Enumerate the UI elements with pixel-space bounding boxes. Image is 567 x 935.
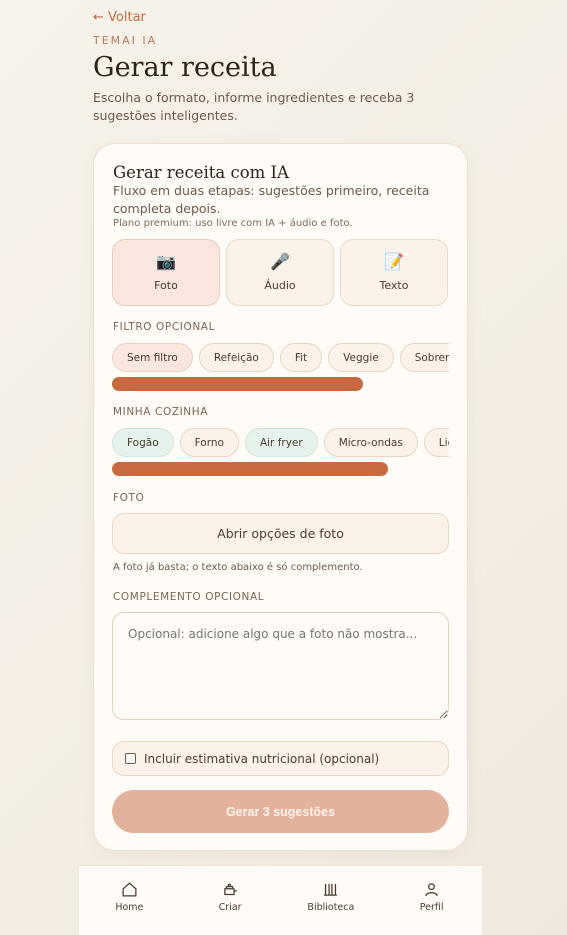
page-title: Gerar receita <box>93 52 277 83</box>
nutrition-toggle[interactable]: Incluir estimativa nutricional (opcional… <box>112 741 449 776</box>
nav-label: Home <box>115 902 144 913</box>
mode-label: Foto <box>154 278 178 292</box>
generate-suggestions-button[interactable]: Gerar 3 sugestões <box>112 790 449 833</box>
create-icon <box>223 883 237 896</box>
filter-section-label: FILTRO OPCIONAL <box>113 321 216 333</box>
back-link[interactable]: ← Voltar <box>93 10 146 25</box>
card-description: Fluxo em duas etapas: sugestões primeiro… <box>113 183 430 216</box>
eyebrow-label: TEMAI IA <box>93 34 158 47</box>
camera-icon: 📷 <box>156 251 176 271</box>
filter-chip[interactable]: Refeição <box>198 343 274 372</box>
kitchen-chip[interactable]: Micro-ondas <box>323 428 418 457</box>
nav-label: Perfil <box>419 902 444 913</box>
nutrition-checkbox[interactable] <box>125 753 136 764</box>
recipe-card: Gerar receita com IA Fluxo em duas etapa… <box>93 143 468 851</box>
premium-note: Plano premium: uso livre com IA + áudio … <box>113 218 353 229</box>
filter-chip[interactable]: Veggie <box>328 343 394 372</box>
page-subtitle: Escolha o formato, informe ingredientes … <box>93 90 415 123</box>
nav-item-create[interactable]: Criar <box>185 866 275 913</box>
nav-item-library[interactable]: Biblioteca <box>286 866 376 913</box>
filter-scrollbar[interactable] <box>112 377 363 391</box>
microphone-icon: 🎤 <box>270 251 290 271</box>
mode-label: Texto <box>379 278 409 292</box>
nutrition-label: Incluir estimativa nutricional (opcional… <box>144 751 380 766</box>
home-icon <box>122 882 137 897</box>
memo-icon: 📝 <box>384 251 404 271</box>
mode-label: Áudio <box>264 278 296 292</box>
bottom-nav: Home Criar Biblioteca Perfil <box>79 865 482 935</box>
kitchen-scrollbar[interactable] <box>112 462 388 476</box>
kitchen-chip[interactable]: Liquidificador <box>423 428 449 457</box>
complement-section-label: COMPLEMENTO OPCIONAL <box>113 591 265 603</box>
nav-label: Biblioteca <box>307 902 355 913</box>
nav-label: Criar <box>218 902 242 913</box>
open-photo-options-button[interactable]: Abrir opções de foto <box>112 513 449 554</box>
nav-item-profile[interactable]: Perfil <box>387 866 477 913</box>
mode-selector: 📷 Foto 🎤 Áudio 📝 Texto <box>112 239 448 306</box>
nav-item-home[interactable]: Home <box>84 866 174 913</box>
kitchen-chip[interactable]: Air fryer <box>244 428 318 457</box>
complement-textarea[interactable] <box>112 612 449 720</box>
mode-text-button[interactable]: 📝 Texto <box>340 239 448 306</box>
filter-chip-row: Sem filtro Refeição Fit Veggie Sobremesa <box>112 343 449 375</box>
mode-audio-button[interactable]: 🎤 Áudio <box>226 239 334 306</box>
filter-chip[interactable]: Sobremesa <box>399 343 449 372</box>
photo-hint: A foto já basta; o texto abaixo é só com… <box>113 562 363 573</box>
filter-chip[interactable]: Sem filtro <box>112 343 193 372</box>
photo-section-label: FOTO <box>113 492 145 504</box>
library-icon <box>324 883 338 896</box>
kitchen-chip[interactable]: Forno <box>179 428 239 457</box>
kitchen-section-label: MINHA COZINHA <box>113 406 209 418</box>
mode-photo-button[interactable]: 📷 Foto <box>112 239 220 306</box>
kitchen-chip[interactable]: Fogão <box>112 428 174 457</box>
card-title: Gerar receita com IA <box>113 163 289 182</box>
profile-icon <box>425 883 438 897</box>
filter-chip[interactable]: Fit <box>279 343 323 372</box>
kitchen-chip-row: Fogão Forno Air fryer Micro-ondas Liquid… <box>112 428 449 460</box>
